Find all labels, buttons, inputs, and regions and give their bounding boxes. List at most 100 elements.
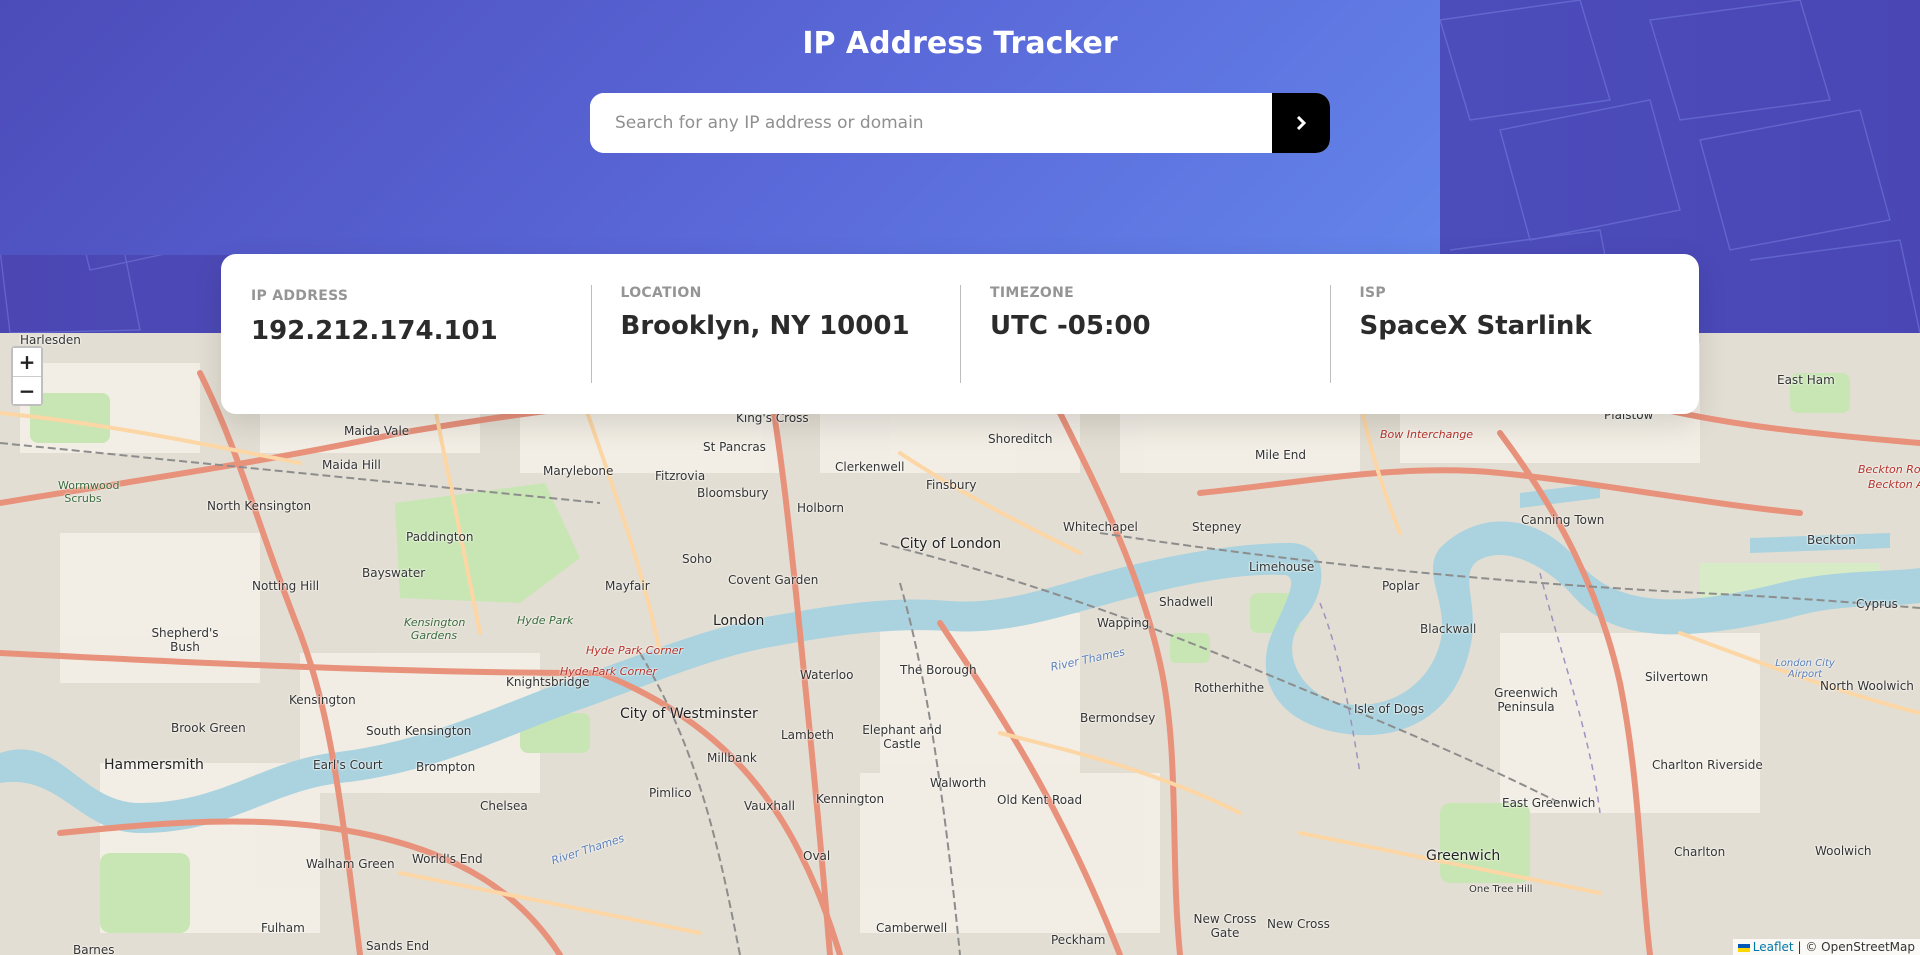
map-label: Limehouse [1249,560,1315,574]
zoom-in-button[interactable]: + [13,348,41,376]
info-timezone: TIMEZONE UTC -05:00 [960,285,1330,383]
map-label: Kensington Gardens [404,616,466,642]
map-label: London [713,613,765,629]
map-label: Bayswater [362,566,426,580]
map-label: Greenwich Peninsula [1494,686,1558,714]
map-label: Poplar [1382,579,1420,593]
page-title-wrap: IP Address Tracker [0,26,1920,61]
map-label: Vauxhall [744,799,795,813]
map-label: Isle of Dogs [1354,702,1425,716]
search-input[interactable] [590,93,1272,153]
map-label: Earl's Court [313,758,383,772]
page-title: IP Address Tracker [802,26,1118,61]
leaflet-link[interactable]: Leaflet [1753,940,1794,954]
map-label: Kensington [289,693,356,707]
map-label: Mayfair [605,579,650,593]
info-location: LOCATION Brooklyn, NY 10001 [590,285,961,383]
map-label: Maida Vale [344,424,410,438]
map-label: Mile End [1255,448,1307,462]
map-label: North Kensington [207,499,312,513]
zoom-out-button[interactable]: − [13,376,41,404]
map-label: Shadwell [1159,595,1214,609]
map-label: Soho [682,552,712,566]
map-label: Waterloo [800,668,854,682]
map-label: Lambeth [781,728,835,742]
search-submit-button[interactable] [1272,93,1330,153]
map-label: Old Kent Road [997,793,1083,807]
map-label: Fulham [261,921,305,935]
map-label: New Cross Gate [1193,912,1257,940]
info-isp: ISP SpaceX Starlink [1329,285,1700,383]
info-label: ISP [1359,285,1386,301]
map-label: Hyde Park [517,614,574,627]
map-label: Sands End [366,939,430,953]
map-label: Millbank [707,751,757,765]
map-label: Kennington [816,792,885,806]
info-label: IP ADDRESS [251,288,349,304]
map-label: Wormwood Scrubs [58,479,120,505]
map-label: City of Westminster [620,706,758,722]
map-label: Holborn [797,501,844,515]
map-label: Notting Hill [252,579,320,593]
map-label: Harlesden [20,333,81,347]
map-label: East Ham [1777,373,1835,387]
map-label: One Tree Hill [1469,884,1533,895]
map-label: Pimlico [649,786,692,800]
osm-attribution: © OpenStreetMap [1805,940,1915,954]
map-label: Walham Green [306,857,395,871]
map-label: East Greenwich [1502,796,1596,810]
map-label: Fitzrovia [655,469,706,483]
ukraine-flag-icon [1737,943,1750,952]
map-label: Canning Town [1521,513,1605,527]
map-label: The Borough [900,663,977,677]
map-label: Beckton Roundabout [1858,463,1920,476]
map-label: Blackwall [1420,622,1477,636]
map-label: Beckton [1807,533,1856,547]
map-label: Hammersmith [104,757,204,773]
info-value: 192.212.174.101 [251,316,498,346]
chevron-right-icon [1296,116,1306,130]
map-label: Brook Green [171,721,246,735]
map-label: Walworth [930,776,987,790]
map-label: London City Airport [1775,658,1835,680]
map-zoom-control: + − [11,346,43,406]
search-form [590,93,1330,153]
map-label: Knightsbridge [506,675,590,689]
map-label: Shepherd's Bush [151,626,219,654]
map-label: Chelsea [480,799,528,813]
info-label: TIMEZONE [990,285,1074,301]
map-label: Brompton [416,760,476,774]
map-label: Clerkenwell [835,460,905,474]
map-label: Bow Interchange [1380,428,1474,441]
map-label: North Woolwich [1820,679,1914,693]
map-label: Hyde Park Corner [586,644,683,657]
map-label: Camberwell [876,921,948,935]
map-label: Shoreditch [988,432,1053,446]
info-label: LOCATION [620,285,702,301]
map-label: Silvertown [1645,670,1709,684]
map-label: Rotherhithe [1194,681,1265,695]
map-label: City of London [900,536,1002,552]
map-label: Paddington [406,530,474,544]
map-label: Charlton [1674,845,1726,859]
info-value: UTC -05:00 [990,311,1151,341]
map-label: Wapping [1097,616,1150,630]
map-label: Bloomsbury [697,486,769,500]
map-label: Bermondsey [1080,711,1156,725]
map-label: World's End [412,852,483,866]
map-label: Stepney [1192,520,1242,534]
info-ip-address: IP ADDRESS 192.212.174.101 [221,285,591,383]
map-label: Marylebone [543,464,614,478]
info-value: SpaceX Starlink [1359,311,1592,341]
map-label: Whitechapel [1063,520,1138,534]
map-label: Elephant and Castle [862,723,942,751]
attribution-separator: | [1797,940,1802,954]
map-view[interactable]: Harlesden Maida Vale Maida Hill Marylebo… [0,333,1920,955]
map-label: Woolwich [1815,844,1872,858]
map-label: Covent Garden [728,573,819,587]
map-label: New Cross [1267,917,1330,931]
map-label: Maida Hill [322,458,381,472]
map-attribution: Leaflet | © OpenStreetMap [1732,939,1920,955]
map-tiles [0,333,1920,955]
map-label: Finsbury [926,478,977,492]
